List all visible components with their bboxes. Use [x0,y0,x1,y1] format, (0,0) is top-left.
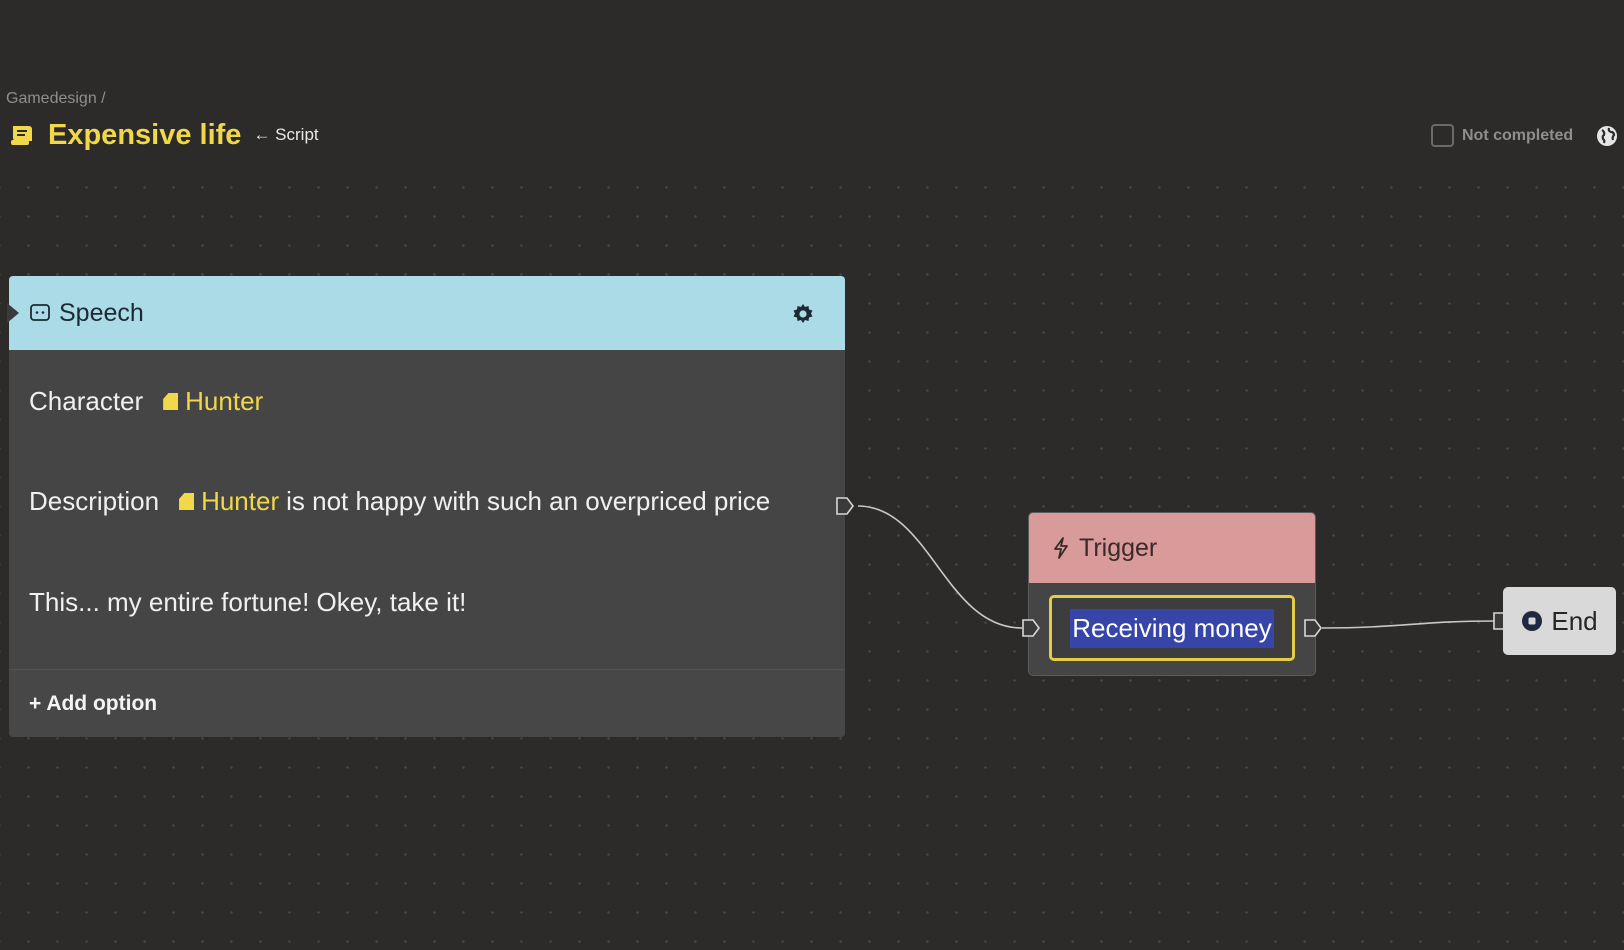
stop-icon [1522,611,1543,631]
trigger-name-input[interactable]: Receiving money [1049,595,1295,661]
speech-line-row[interactable]: This... my entire fortune! Okey, take it… [29,587,466,618]
page-title[interactable]: Expensive life [48,119,241,152]
breadcrumb[interactable]: Gamedesign / [6,90,106,108]
completion-status[interactable]: Not completed [1431,124,1573,147]
end-node[interactable]: End [1503,587,1616,655]
character-icon [163,393,179,410]
end-node-label: End [1551,605,1598,636]
speech-line-text: This... my entire fortune! Okey, take it… [29,587,467,617]
description-chip-value: Hunter [201,486,280,516]
title-row: Expensive life ← Script [8,118,319,152]
character-label: Character [29,386,144,416]
script-icon [11,126,32,145]
lightning-icon [1054,537,1068,559]
gear-icon[interactable] [791,302,815,326]
character-value: Hunter [185,386,264,416]
speech-node[interactable]: Speech Character Hunter Description Hunt… [7,276,854,737]
trigger-node-title: Trigger [1079,533,1158,562]
description-text: is not happy with such an overpriced pri… [286,486,771,516]
character-row[interactable]: Character Hunter [29,386,263,417]
description-character-chip[interactable]: Hunter [179,486,279,517]
speech-bubble-icon [30,304,50,321]
character-icon [179,493,195,510]
speech-node-header[interactable]: Speech [7,276,845,350]
trigger-node[interactable]: Trigger Receiving money [1028,512,1316,676]
trigger-input-port[interactable] [1021,618,1041,638]
trigger-node-header[interactable]: Trigger [1029,513,1315,583]
description-row[interactable]: Description Hunter is not happy with suc… [29,486,770,517]
globe-icon[interactable] [1596,125,1618,147]
completed-checkbox[interactable] [1431,124,1454,147]
character-chip[interactable]: Hunter [163,386,263,417]
back-to-script-link[interactable]: ← Script [253,125,318,145]
description-output-port[interactable] [835,496,855,516]
trigger-selected-text: Receiving money [1070,608,1274,648]
speech-input-port[interactable] [7,303,19,323]
add-option-button[interactable]: + Add option [9,669,845,737]
completion-status-label: Not completed [1462,126,1574,144]
trigger-output-port[interactable] [1303,618,1323,638]
page-header: Gamedesign / Expensive life ← Script Not… [0,0,1624,180]
speech-node-title: Speech [59,298,144,327]
description-label: Description [29,486,160,516]
